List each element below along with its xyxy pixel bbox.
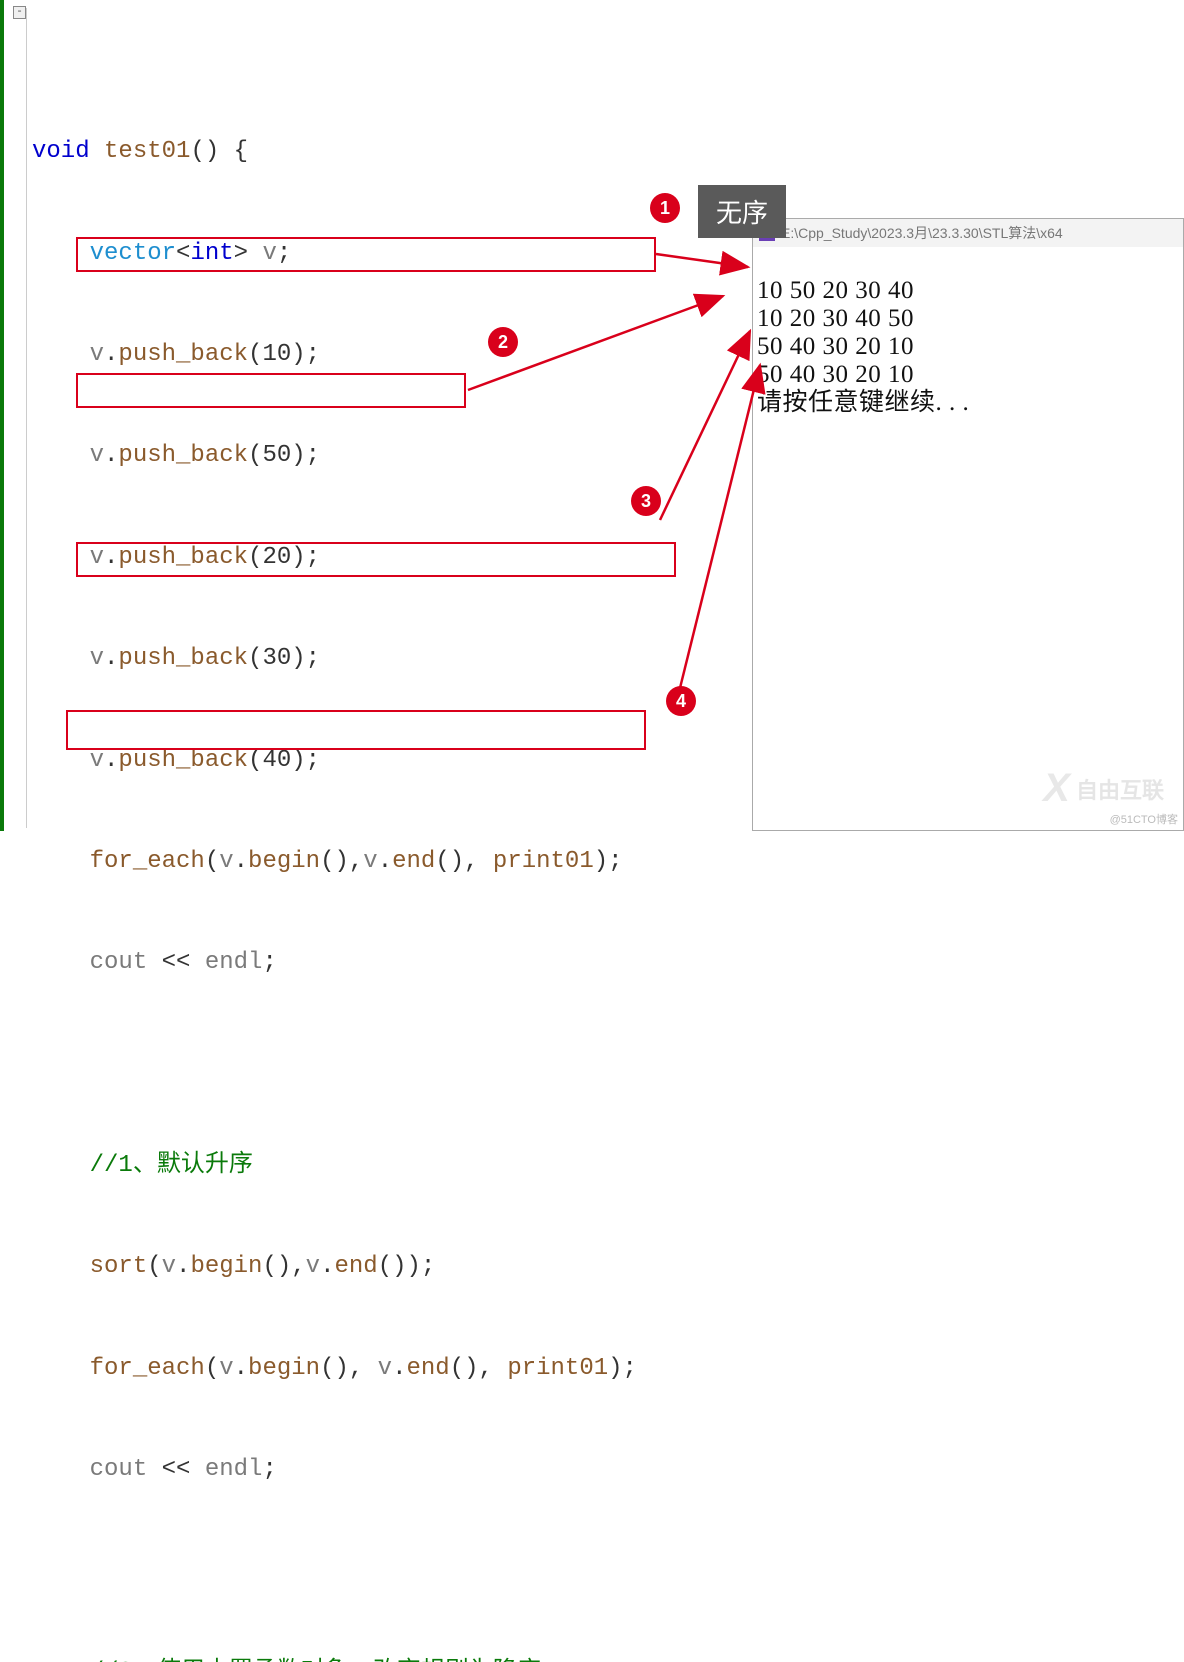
code-editor[interactable]: - void test01() { vector<int> v; v.push_… bbox=[0, 0, 760, 831]
console-window[interactable]: C:\ E:\Cpp_Study\2023.3月\23.3.30\STL算法\x… bbox=[752, 218, 1184, 831]
console-line-5: 请按任意键继续. . . bbox=[757, 389, 969, 416]
console-line-2: 10 20 30 40 50 bbox=[757, 305, 914, 332]
code-line-6[interactable]: v.push_back(30); bbox=[8, 642, 760, 676]
highlight-box-3 bbox=[76, 542, 676, 577]
code-line-13[interactable]: for_each(v.begin(), v.end(), print01); bbox=[8, 1352, 760, 1386]
watermark-text: @51CTO博客 bbox=[1110, 811, 1178, 827]
highlight-box-2 bbox=[76, 373, 466, 408]
console-path: E:\Cpp_Study\2023.3月\23.3.30\STL算法\x64 bbox=[781, 223, 1063, 243]
code-line-10[interactable] bbox=[8, 1048, 760, 1082]
code-line-12[interactable]: sort(v.begin(),v.end()); bbox=[8, 1250, 760, 1284]
watermark-x-icon: X bbox=[1043, 766, 1070, 811]
watermark-logo: X 自由互联 bbox=[1043, 766, 1164, 811]
highlight-box-1 bbox=[76, 237, 656, 272]
code-line-14[interactable]: cout << endl; bbox=[8, 1453, 760, 1487]
console-titlebar[interactable]: C:\ E:\Cpp_Study\2023.3月\23.3.30\STL算法\x… bbox=[753, 219, 1183, 247]
badge-4: 4 bbox=[666, 686, 696, 716]
code-line-8[interactable]: for_each(v.begin(),v.end(), print01); bbox=[8, 845, 760, 879]
console-line-4: 50 40 30 20 10 bbox=[757, 361, 914, 388]
tooltip-label: 无序 bbox=[698, 185, 786, 238]
badge-2: 2 bbox=[488, 327, 518, 357]
code-line-9[interactable]: cout << endl; bbox=[8, 946, 760, 980]
badge-1: 1 bbox=[650, 193, 680, 223]
console-line-3: 50 40 30 20 10 bbox=[757, 333, 914, 360]
highlight-box-4 bbox=[66, 710, 646, 750]
code-line-1[interactable]: void test01() { bbox=[8, 135, 760, 169]
console-output[interactable]: 10 50 20 30 40 10 20 30 40 50 50 40 30 2… bbox=[753, 247, 1183, 419]
code-line-3[interactable]: v.push_back(10); bbox=[8, 338, 760, 372]
code-line-15[interactable] bbox=[8, 1555, 760, 1589]
fold-toggle-icon[interactable]: - bbox=[13, 6, 26, 19]
console-line-1: 10 50 20 30 40 bbox=[757, 277, 914, 304]
code-line-11[interactable]: //1、默认升序 bbox=[8, 1149, 760, 1183]
code-line-16[interactable]: //2、使用内置函数对象，改变规则为降序 bbox=[8, 1656, 760, 1662]
code-line-4[interactable]: v.push_back(50); bbox=[8, 439, 760, 473]
badge-3: 3 bbox=[631, 486, 661, 516]
gutter-line bbox=[26, 8, 27, 828]
